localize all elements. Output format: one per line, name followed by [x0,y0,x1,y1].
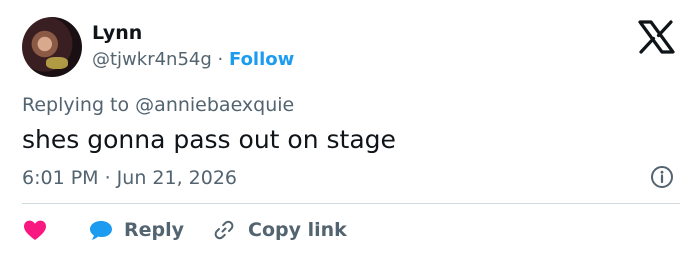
copy-link-label: Copy link [248,219,347,241]
tweet-timestamp[interactable]: 6:01 PM · Jun 21, 2026 [22,165,237,191]
link-icon [214,220,234,240]
divider [22,203,680,204]
author-handle-row: @tjwkr4n54g · Follow [92,48,294,72]
author-name[interactable]: Lynn [92,21,142,45]
action-bar: Reply Copy link [22,214,347,246]
heart-icon[interactable] [22,219,48,241]
author-handle[interactable]: @tjwkr4n54g [92,49,212,70]
copy-link-button[interactable]: Copy link [212,218,347,242]
reply-label: Reply [124,219,185,241]
replying-to-handle[interactable]: @anniebaexquie [135,94,294,116]
follow-button[interactable]: Follow [229,49,294,70]
info-icon[interactable] [650,165,674,189]
replying-to: Replying to @anniebaexquie [22,92,294,118]
handle-separator: · [217,49,224,70]
reply-button[interactable]: Reply [88,219,184,241]
replying-to-prefix: Replying to [22,94,130,116]
reply-bubble-icon [90,221,112,240]
avatar[interactable] [22,17,82,77]
tweet-text: shes gonna pass out on stage [22,125,396,154]
x-logo-icon[interactable] [636,20,676,54]
